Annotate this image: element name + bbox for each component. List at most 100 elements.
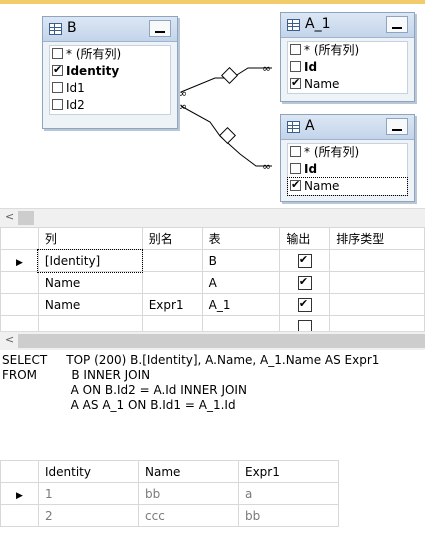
column-item[interactable]: * (所有列) (288, 42, 407, 59)
grid-cell-column[interactable]: Name (37, 271, 143, 294)
minimize-button[interactable] (149, 20, 171, 37)
results-cell[interactable]: 1 (38, 482, 139, 505)
column-checkbox[interactable] (290, 44, 301, 55)
scroll-thumb[interactable] (18, 211, 34, 225)
grid-cell-output[interactable] (279, 271, 331, 294)
grid-header[interactable]: 排序类型 (329, 227, 425, 250)
grid-header[interactable]: 列 (37, 227, 143, 250)
column-item[interactable]: Name (288, 75, 407, 93)
table-row[interactable]: ▶ 1 bb a (0, 482, 339, 505)
column-checkbox[interactable] (52, 62, 63, 78)
column-item[interactable]: Id1 (50, 80, 170, 97)
column-item[interactable]: Name (287, 177, 408, 196)
column-label: * (所有列) (304, 145, 360, 159)
grid-cell-table[interactable]: A_1 (201, 293, 281, 316)
grid-cell-sort[interactable] (329, 293, 425, 316)
column-item[interactable]: Id (288, 161, 407, 178)
grid-header[interactable]: 输出 (279, 227, 331, 250)
results-cell[interactable]: ccc (138, 504, 239, 527)
sql-line[interactable]: SELECT TOP (200) B.[Identity], A.Name, A… (2, 353, 379, 367)
table-row[interactable]: ▶ [Identity] B (0, 248, 425, 273)
column-checkbox[interactable] (52, 99, 63, 110)
grid-horizontal-scrollbar[interactable]: < (0, 331, 425, 351)
results-header[interactable]: Expr1 (238, 460, 339, 483)
grid-header[interactable]: 别名 (141, 227, 203, 250)
output-checkbox[interactable] (297, 296, 312, 312)
results-header[interactable]: Name (138, 460, 239, 483)
table-row[interactable]: Name Expr1 A_1 (0, 293, 425, 316)
column-checkbox[interactable] (52, 48, 63, 59)
minimize-button[interactable] (386, 118, 408, 135)
row-selector[interactable] (0, 504, 39, 527)
column-checkbox[interactable] (290, 146, 301, 157)
table-a-window[interactable]: A * (所有列) Id Name (280, 114, 415, 202)
column-item[interactable]: * (所有列) (288, 144, 407, 161)
table-icon (49, 23, 62, 35)
grid-cell-table[interactable]: B (201, 249, 281, 272)
results-cell[interactable]: bb (138, 482, 239, 505)
minimize-icon (392, 27, 402, 29)
table-row[interactable]: 2 ccc bb (0, 504, 339, 527)
row-selector[interactable] (0, 293, 39, 316)
results-cell[interactable]: bb (238, 504, 339, 527)
grid-cell-table[interactable]: A (201, 271, 281, 294)
grid-cell-alias[interactable] (141, 271, 203, 294)
grid-corner (0, 227, 39, 250)
results-cell[interactable]: 2 (38, 504, 139, 527)
grid-header[interactable]: 表 (201, 227, 281, 250)
row-selector[interactable] (0, 271, 39, 294)
minimize-button[interactable] (386, 16, 408, 33)
output-checkbox[interactable] (297, 274, 312, 290)
grid-header-row: 列 别名 表 输出 排序类型 (0, 227, 425, 250)
table-icon (287, 121, 300, 133)
results-header[interactable]: Identity (38, 460, 139, 483)
grid-cell-column[interactable]: Name (37, 293, 143, 316)
diagram-horizontal-scrollbar[interactable]: < (0, 208, 425, 228)
table-a-titlebar[interactable]: A (281, 115, 414, 140)
column-label: Id2 (66, 98, 85, 112)
scroll-left-icon[interactable]: < (5, 210, 14, 223)
results-pane: Identity Name Expr1 ▶ 1 bb a 2 ccc bb (0, 460, 425, 538)
column-checkbox[interactable] (290, 163, 301, 174)
grid-cell-output[interactable] (279, 249, 331, 272)
row-selector[interactable]: ▶ (0, 249, 39, 272)
column-item[interactable]: Identity (50, 62, 170, 80)
grid-cell-sort[interactable] (329, 271, 425, 294)
column-item[interactable]: Id2 (50, 97, 170, 114)
table-a1-window[interactable]: A_1 * (所有列) Id Name (280, 12, 415, 102)
column-checkbox[interactable] (290, 75, 301, 91)
row-selector[interactable]: ▶ (0, 482, 39, 505)
scroll-left-icon[interactable]: < (5, 333, 14, 346)
sql-pane[interactable]: SELECT TOP (200) B.[Identity], A.Name, A… (0, 350, 425, 458)
results-header-row: Identity Name Expr1 (0, 460, 339, 483)
column-checkbox[interactable] (290, 177, 301, 193)
column-checkbox[interactable] (290, 61, 301, 72)
results-corner (0, 460, 39, 483)
table-a1-columns: * (所有列) Id Name (287, 41, 408, 94)
column-label: * (所有列) (304, 43, 360, 57)
table-icon (287, 19, 300, 31)
grid-cell-alias[interactable] (141, 249, 203, 272)
table-a1-titlebar[interactable]: A_1 (281, 13, 414, 38)
current-row-icon: ▶ (15, 257, 23, 268)
table-b-window[interactable]: B * (所有列) Identity Id1 Id2 (42, 16, 178, 129)
join-diamond-b-a (219, 127, 236, 144)
sql-line[interactable]: FROM B INNER JOIN (2, 368, 150, 382)
join-key-a: ∞ (262, 160, 271, 173)
table-row[interactable]: Name A (0, 271, 425, 294)
table-b-titlebar[interactable]: B (43, 17, 177, 42)
column-checkbox[interactable] (52, 82, 63, 93)
grid-cell-sort[interactable] (329, 249, 425, 272)
scroll-thumb[interactable] (18, 334, 425, 348)
results-cell[interactable]: a (238, 482, 339, 505)
column-label: Name (304, 77, 340, 91)
column-label: Id (304, 162, 318, 176)
grid-cell-output[interactable] (279, 293, 331, 316)
column-item[interactable]: * (所有列) (50, 46, 170, 63)
grid-cell-column[interactable]: [Identity] (37, 248, 144, 273)
column-item[interactable]: Id (288, 59, 407, 76)
sql-line[interactable]: A ON B.Id2 = A.Id INNER JOIN (2, 383, 247, 397)
output-checkbox[interactable] (297, 252, 312, 268)
sql-line[interactable]: A AS A_1 ON B.Id1 = A_1.Id (2, 398, 236, 412)
grid-cell-alias[interactable]: Expr1 (141, 293, 203, 316)
